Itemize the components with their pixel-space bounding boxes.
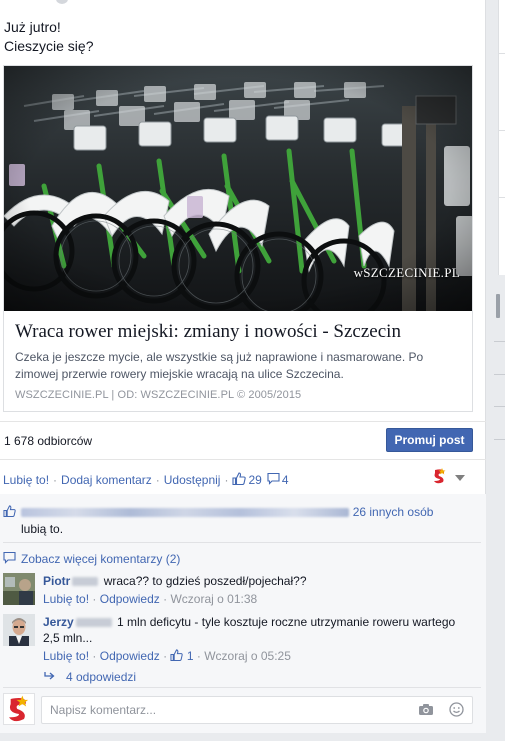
comment-like-link[interactable]: Lubię to! — [43, 649, 89, 663]
blurred-surname — [75, 618, 112, 628]
divider — [0, 421, 486, 422]
divider — [494, 406, 505, 407]
others-like-link[interactable]: 26 innych osób — [353, 505, 434, 519]
separator: · — [155, 473, 160, 487]
separator: · — [92, 592, 97, 606]
comment-composer — [41, 696, 473, 724]
divider — [494, 374, 505, 375]
camera-icon[interactable] — [418, 703, 434, 719]
divider — [3, 542, 481, 543]
divider — [499, 130, 505, 131]
separator: · — [92, 649, 97, 663]
page-logo-icon — [431, 467, 449, 488]
thumbs-up-icon[interactable] — [170, 649, 184, 665]
comment-input[interactable] — [42, 697, 402, 723]
link-preview-image[interactable]: wSZCZECINIE.PL — [4, 66, 472, 311]
comment-reply-link[interactable]: Odpowiedz — [100, 592, 160, 606]
avatar[interactable] — [3, 573, 35, 605]
comment-meta: Lubię to! · Odpowiedz · Wczoraj o 01:38 — [43, 591, 473, 607]
caret-down-icon[interactable] — [455, 474, 465, 481]
divider — [499, 197, 505, 198]
separator: · — [163, 649, 168, 663]
scrollbar-thumb[interactable] — [496, 294, 500, 318]
reach-count: 1 678 odbiorców — [4, 434, 93, 448]
comment-like-count[interactable]: 1 — [187, 649, 194, 663]
post-card: Już jutro! Cieszycie się? wSZCZECINIE.PL… — [0, 0, 486, 733]
post-text-line: Już jutro! — [4, 19, 61, 35]
promote-post-button[interactable]: Promuj post — [386, 428, 473, 452]
divider — [494, 341, 505, 342]
post-text: Już jutro! Cieszycie się? — [4, 18, 93, 56]
post-as-switcher[interactable] — [431, 467, 465, 488]
comment-meta: Lubię to! · Odpowiedz · 1 · Wczoraj o 05… — [43, 648, 473, 665]
view-replies-label[interactable]: 4 odpowiedzi — [66, 670, 136, 684]
page-avatar — [3, 693, 35, 725]
like-link[interactable]: Lubię to! — [3, 473, 49, 487]
separator: · — [196, 649, 201, 663]
smiley-icon[interactable] — [449, 702, 464, 720]
side-panel — [498, 0, 505, 275]
avatar-stub — [56, 0, 68, 4]
like-count[interactable]: 29 — [248, 473, 261, 487]
speech-bubble-icon[interactable] — [267, 472, 280, 488]
thumbs-up-icon[interactable] — [232, 472, 247, 488]
view-replies[interactable]: 4 odpowiedzi — [44, 670, 136, 684]
comment-reply-link[interactable]: Odpowiedz — [100, 649, 160, 663]
likes-suffix: lubią to. — [21, 521, 64, 536]
comment-time[interactable]: Wczoraj o 01:38 — [170, 592, 257, 606]
divider — [499, 53, 505, 54]
avatar[interactable] — [3, 614, 35, 646]
reply-arrow-icon — [44, 670, 56, 684]
link-source: WSZCZECINIE.PL | OD: WSZCZECINIE.PL © 20… — [15, 389, 302, 401]
view-more-comments[interactable]: Zobacz więcej komentarzy (2) — [3, 551, 180, 567]
link-description: Czeka je jeszcze mycie, ale wszystkie są… — [15, 350, 424, 381]
comment-time[interactable]: Wczoraj o 05:25 — [204, 649, 291, 663]
view-more-comments-label[interactable]: Zobacz więcej komentarzy (2) — [21, 552, 180, 566]
comment-body: Jerzy 1 mln deficytu - tyle kosztuje roc… — [43, 614, 473, 665]
post-text-line: Cieszycie się? — [4, 38, 94, 54]
blurred-surname — [72, 577, 99, 587]
page-logo-icon — [9, 695, 29, 722]
link-preview-card[interactable]: wSZCZECINIE.PL Wraca rower miejski: zmia… — [3, 65, 473, 412]
link-title[interactable]: Wraca rower miejski: zmiany i nowości - … — [15, 321, 401, 343]
separator: · — [53, 473, 58, 487]
separator: · — [163, 592, 168, 606]
divider — [494, 439, 505, 440]
comment-like-link[interactable]: Lubię to! — [43, 592, 89, 606]
separator: · — [224, 473, 229, 487]
divider — [3, 687, 481, 688]
comments-section: 26 innych osób lubią to. Zobacz więcej k… — [0, 494, 486, 733]
share-link[interactable]: Udostępnij — [164, 473, 221, 487]
speech-bubble-icon — [3, 551, 16, 567]
comment-count[interactable]: 4 — [282, 473, 289, 487]
add-comment-link[interactable]: Dodaj komentarz — [61, 473, 152, 487]
image-watermark: wSZCZECINIE.PL — [353, 265, 460, 280]
divider — [0, 459, 486, 460]
comment-body: Piotr wraca?? to gdzieś poszedł/pojechał… — [43, 573, 473, 607]
comment-text: wraca?? to gdzieś poszedł/pojechał?? — [103, 574, 307, 588]
comment-author[interactable]: Jerzy — [43, 615, 74, 629]
thumbs-up-icon — [3, 505, 16, 521]
comment-author[interactable]: Piotr — [43, 574, 70, 588]
blurred-names — [21, 508, 350, 518]
right-sidebar-edge — [486, 0, 505, 741]
post-actions: Lubię to! · Dodaj komentarz · Udostępnij… — [3, 472, 289, 488]
likes-summary: 26 innych osób lubią to. — [3, 504, 481, 537]
